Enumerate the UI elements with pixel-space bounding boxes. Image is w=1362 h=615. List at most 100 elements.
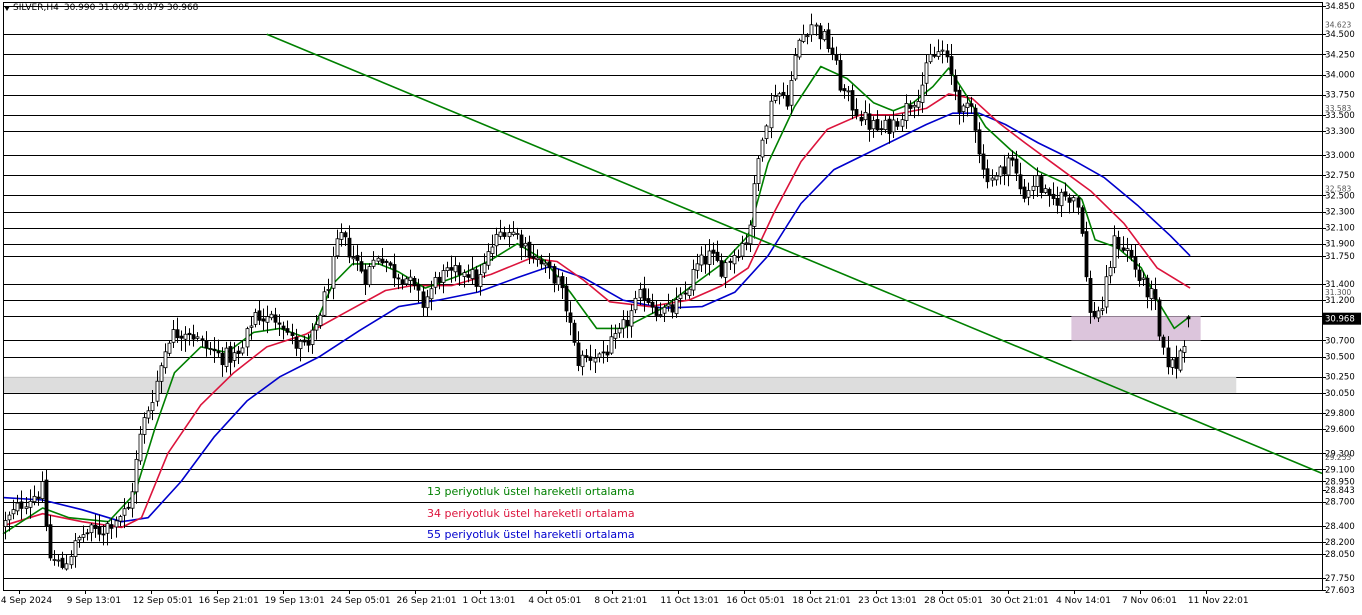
candle-body xyxy=(609,336,614,354)
candle-body xyxy=(1002,166,1007,175)
price-label: 30.500 xyxy=(1325,353,1355,363)
candle-body xyxy=(785,95,790,107)
candle-body xyxy=(936,51,941,57)
candle-body xyxy=(879,128,884,131)
candle-body xyxy=(138,433,143,462)
candle-body xyxy=(1084,231,1089,278)
time-label: 11 Oct 13:01 xyxy=(660,596,719,606)
price-label: 28.843 xyxy=(1325,486,1355,496)
candle-body xyxy=(1153,289,1158,300)
candle-body xyxy=(60,557,65,568)
candle-body xyxy=(597,353,602,358)
candle-body xyxy=(699,254,704,266)
candle-body xyxy=(1043,188,1048,193)
price-label: 29.600 xyxy=(1325,425,1355,435)
candle-body xyxy=(310,329,315,345)
price-label: 27.750 xyxy=(1325,574,1355,584)
candle-body xyxy=(208,348,213,350)
candle-body xyxy=(1022,186,1027,199)
candle-body xyxy=(854,109,859,116)
candle-body xyxy=(232,352,237,361)
candle-body xyxy=(191,334,196,340)
candle-body xyxy=(642,288,647,301)
price-label: 30.250 xyxy=(1325,373,1355,383)
candle-body xyxy=(19,501,24,509)
chart-canvas[interactable]: 34.850 34.500 34.250 34.000 33.750 33.500 33.3… xyxy=(0,0,1362,611)
candle-body xyxy=(830,47,835,55)
candle-body xyxy=(236,350,241,354)
candle-body xyxy=(1100,308,1105,311)
price-label: 34.850 xyxy=(1325,2,1355,12)
candle-body xyxy=(64,563,69,570)
candle-body xyxy=(977,129,982,155)
candle-body xyxy=(1145,277,1150,298)
candle-body xyxy=(703,256,708,265)
candle-body xyxy=(891,119,896,133)
dropdown-triangle-icon[interactable] xyxy=(4,5,10,11)
downtrend-line xyxy=(266,33,1323,475)
candle-body xyxy=(633,297,638,311)
candle-body xyxy=(1166,347,1171,368)
candle-body xyxy=(646,298,651,303)
candle-body xyxy=(363,269,368,285)
candle-body xyxy=(940,49,945,52)
time-label: 1 Oct 13:01 xyxy=(462,596,515,606)
candle-body xyxy=(658,314,663,317)
candle-body xyxy=(412,277,417,286)
candle-body xyxy=(625,319,630,327)
candle-body xyxy=(834,53,839,61)
candle-body xyxy=(949,56,954,75)
candle-body xyxy=(502,232,507,237)
candle-body xyxy=(1182,345,1187,353)
candle-body xyxy=(81,534,86,538)
candle-body xyxy=(1014,158,1019,174)
time-label: 16 Sep 21:01 xyxy=(199,596,259,606)
candle-body xyxy=(650,301,655,308)
candle-body xyxy=(486,251,491,266)
candle-body xyxy=(89,524,94,534)
candle-body xyxy=(1178,350,1183,371)
candle-body xyxy=(224,347,229,367)
candle-body xyxy=(85,532,90,535)
candle-body xyxy=(355,255,360,261)
candle-body xyxy=(814,24,819,27)
candle-body xyxy=(588,356,593,361)
candle-body xyxy=(179,335,184,339)
candle-body xyxy=(1186,316,1191,320)
candle-body xyxy=(69,556,74,566)
candle-body xyxy=(826,29,831,49)
candle-body xyxy=(515,233,520,235)
candle-body xyxy=(15,502,20,512)
candle-body xyxy=(437,276,442,283)
candle-body xyxy=(146,410,151,419)
candle-body xyxy=(118,516,123,522)
candle-body xyxy=(281,325,286,330)
candle-body xyxy=(895,121,900,127)
candle-body xyxy=(678,294,683,299)
price-label: 28.200 xyxy=(1325,538,1355,548)
candle-body xyxy=(449,267,454,271)
candle-body xyxy=(994,175,999,181)
candle-body xyxy=(552,266,557,284)
candle-body xyxy=(539,259,544,265)
candle-body xyxy=(740,243,745,257)
candle-body xyxy=(253,312,258,325)
candle-body xyxy=(818,25,823,40)
candle-body xyxy=(109,524,114,529)
candle-body xyxy=(388,262,393,266)
candle-body xyxy=(883,119,888,130)
candle-body xyxy=(134,458,139,493)
price-chart[interactable]: 34.85034.50034.25034.00033.75033.50033.3… xyxy=(0,0,1362,611)
candle-body xyxy=(543,262,548,266)
candle-body xyxy=(957,89,962,113)
candle-body xyxy=(28,500,33,508)
candle-body xyxy=(969,103,974,107)
candle-body xyxy=(212,348,217,352)
price-label: 27.603 xyxy=(1325,586,1355,596)
candle-body xyxy=(101,533,106,536)
candle-body xyxy=(764,125,769,140)
price-label: 31.900 xyxy=(1325,240,1355,250)
candle-body xyxy=(150,402,155,412)
time-label: 4 Oct 05:01 xyxy=(528,596,581,606)
candle-body xyxy=(756,158,761,184)
